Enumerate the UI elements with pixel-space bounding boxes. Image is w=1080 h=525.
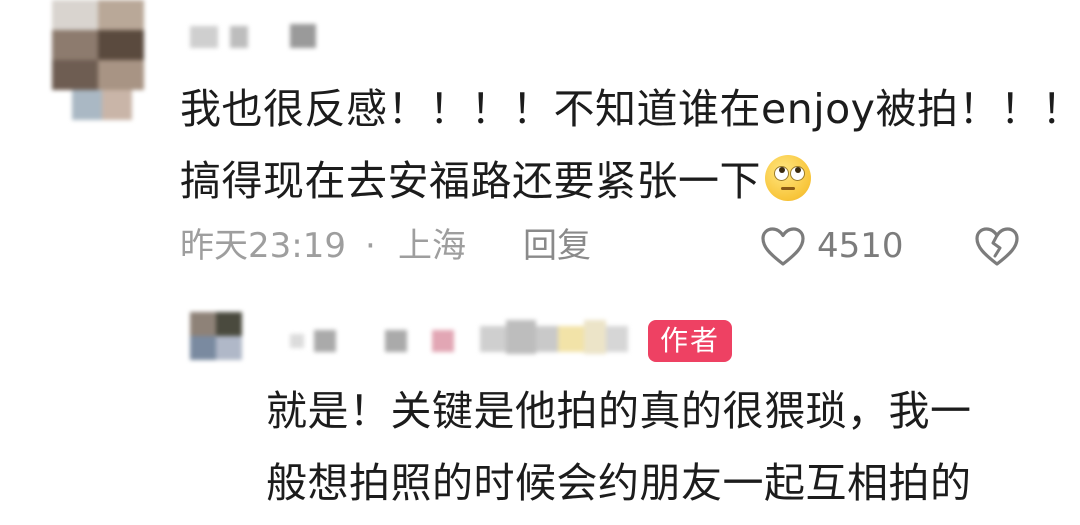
like-count: 4510 <box>817 226 904 266</box>
avatar[interactable] <box>52 0 144 120</box>
comment-text-line-2: 搞得现在去安福路还要紧张一下 <box>180 146 811 216</box>
author-badge: 作者 <box>648 320 732 362</box>
comment-text-line-1: 我也很反感！！！！不知道谁在enjoy被拍！！！ <box>180 85 1080 133</box>
reply-text-line-2: 般想拍照的时候会约朋友一起互相拍的 <box>266 459 972 507</box>
eye-roll-emoji-icon <box>765 155 811 201</box>
comment-text: 搞得现在去安福路还要紧张一下 <box>180 157 761 205</box>
separator-dot: · <box>365 226 376 266</box>
reply-text-line-1: 就是！关键是他拍的真的很猥琐，我一 <box>266 387 972 435</box>
reply-button[interactable]: 回复 <box>523 222 591 270</box>
broken-heart-icon[interactable] <box>974 226 1020 268</box>
username-redacted[interactable] <box>180 22 330 52</box>
location: 上海 <box>398 226 466 266</box>
heart-outline-icon[interactable] <box>760 226 806 268</box>
comment-meta: 昨天23:19 · 上海 回复 4510 <box>180 222 1040 270</box>
avatar[interactable] <box>190 312 242 360</box>
username-redacted[interactable] <box>290 320 635 360</box>
timestamp: 昨天23:19 <box>180 226 346 266</box>
